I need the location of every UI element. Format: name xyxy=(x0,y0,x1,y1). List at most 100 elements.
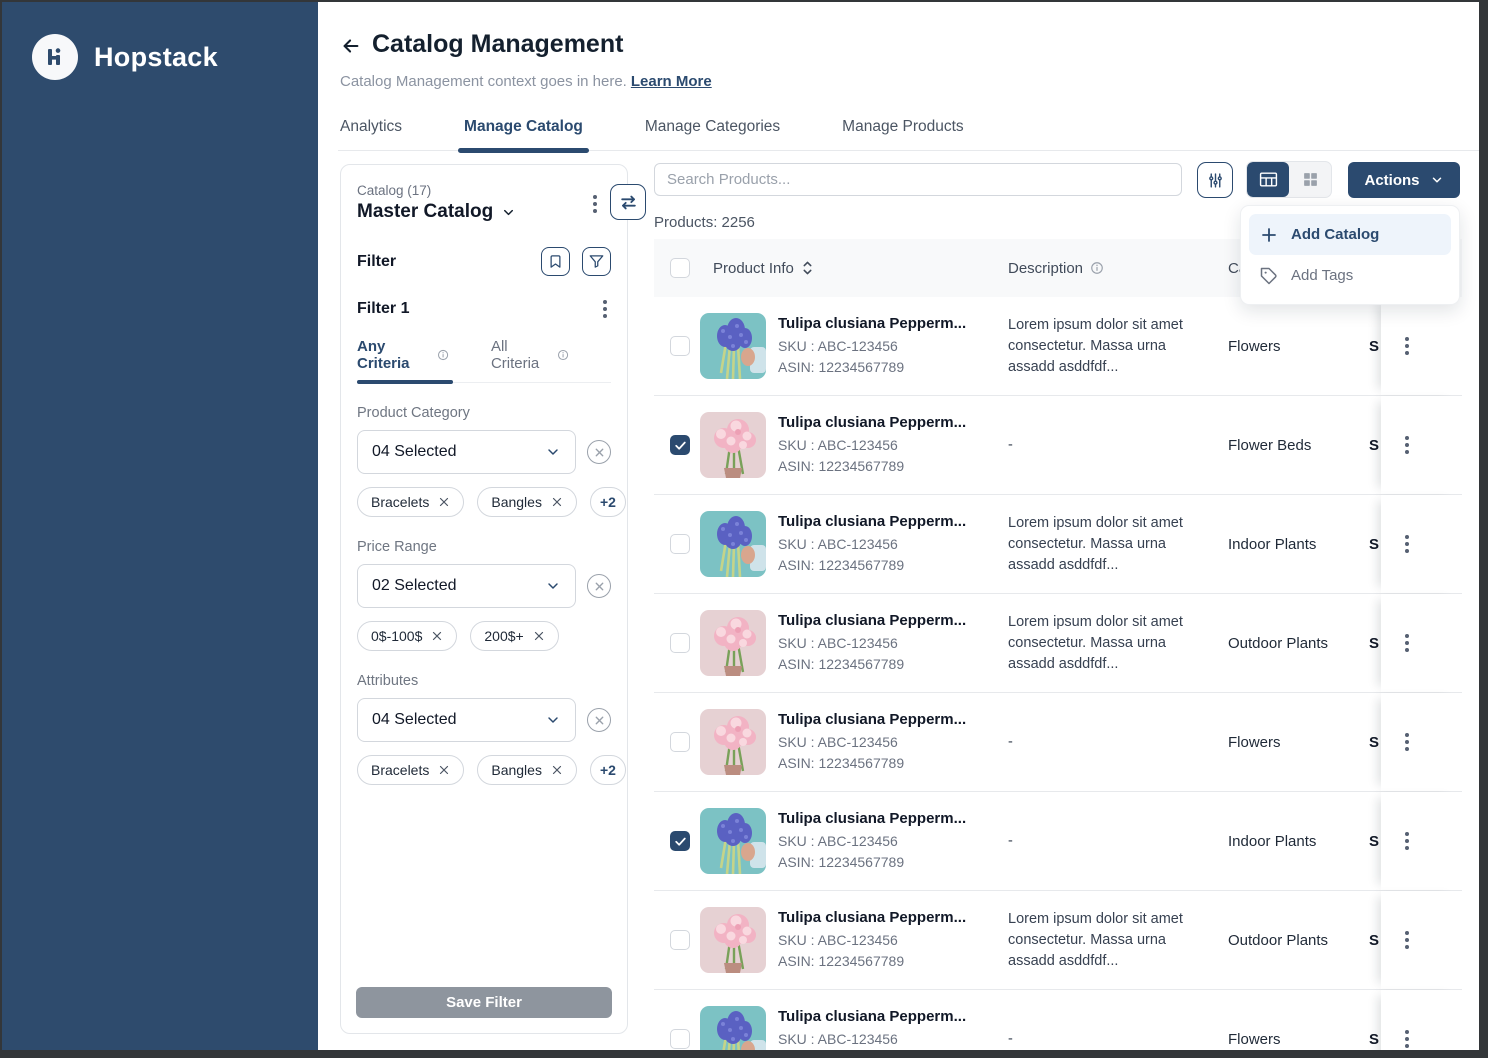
product-name: Tulipa clusiana Pepperm... xyxy=(778,611,967,629)
sidebar: Hopstack xyxy=(2,2,318,1050)
menu-item-add-catalog[interactable]: Add Catalog xyxy=(1249,214,1451,255)
product-image xyxy=(700,907,766,973)
column-product-info[interactable]: Product Info xyxy=(700,260,1008,277)
product-name: Tulipa clusiana Pepperm... xyxy=(778,908,967,926)
table-body: Tulipa clusiana Pepperm... SKU : ABC-123… xyxy=(654,297,1462,1050)
brand-name: Hopstack xyxy=(94,41,218,72)
product-asin: ASIN: 12234567789 xyxy=(778,853,905,870)
chip-price-low[interactable]: 0$-100$ xyxy=(357,621,458,651)
filter-sliders-button[interactable] xyxy=(1197,162,1233,198)
catalog-count-label: Catalog (17) xyxy=(357,183,432,198)
grid-view-icon xyxy=(1303,173,1317,186)
row-checkbox[interactable] xyxy=(670,1029,690,1049)
filter-funnel-button[interactable] xyxy=(582,247,611,276)
row-menu-button[interactable] xyxy=(1401,630,1413,656)
row-checkbox[interactable] xyxy=(670,336,690,356)
row-menu-button[interactable] xyxy=(1401,828,1413,854)
chip-bracelets[interactable]: Bracelets xyxy=(357,487,465,517)
chip-bracelets[interactable]: Bracelets xyxy=(357,755,465,785)
table-row: Tulipa clusiana Pepperm... SKU : ABC-123… xyxy=(654,693,1462,792)
row-menu-button[interactable] xyxy=(1401,432,1413,458)
catalog-selector[interactable]: Master Catalog xyxy=(357,201,611,223)
x-circle-icon xyxy=(595,448,603,456)
plus-icon xyxy=(1262,227,1276,242)
x-circle-icon xyxy=(595,582,603,590)
main-area: Catalog Management Catalog Management co… xyxy=(318,2,1479,1050)
product-category-select[interactable]: 04 Selected xyxy=(357,430,576,474)
table-row: Tulipa clusiana Pepperm... SKU : ABC-123… xyxy=(654,990,1462,1050)
learn-more-link[interactable]: Learn More xyxy=(631,73,712,90)
back-arrow-icon[interactable] xyxy=(340,35,362,57)
search-input[interactable] xyxy=(654,163,1182,196)
product-image xyxy=(700,808,766,874)
remove-chip-icon xyxy=(440,765,449,775)
table-row: Tulipa clusiana Pepperm... SKU : ABC-123… xyxy=(654,396,1462,495)
truncated-column-text: S xyxy=(1369,634,1380,652)
row-checkbox[interactable] xyxy=(670,534,690,554)
catalog-name: Master Catalog xyxy=(357,201,494,222)
table-row: Tulipa clusiana Pepperm... SKU : ABC-123… xyxy=(654,792,1462,891)
product-sku: SKU : ABC-123456 xyxy=(778,436,898,453)
page-title: Catalog Management xyxy=(372,30,624,58)
chip-price-high[interactable]: 200$+ xyxy=(470,621,559,651)
product-category: Indoor Plants xyxy=(1228,832,1317,850)
filter-menu-button[interactable] xyxy=(599,296,611,322)
swap-catalog-button[interactable] xyxy=(610,184,646,220)
clear-attributes-button[interactable] xyxy=(587,708,611,732)
clear-price-range-button[interactable] xyxy=(587,574,611,598)
actions-button[interactable]: Actions xyxy=(1348,162,1460,198)
row-checkbox[interactable] xyxy=(670,732,690,752)
table-view-icon xyxy=(1259,172,1277,187)
tab-any-criteria[interactable]: Any Criteria xyxy=(357,338,453,384)
view-toggle xyxy=(1246,161,1332,198)
price-range-select[interactable]: 02 Selected xyxy=(357,564,576,608)
product-asin: ASIN: 12234567789 xyxy=(778,952,905,969)
more-chips-badge[interactable]: +2 xyxy=(589,755,626,785)
row-checkbox[interactable] xyxy=(670,435,690,455)
row-checkbox[interactable] xyxy=(670,831,690,851)
sliders-icon xyxy=(1208,172,1222,188)
save-filter-button[interactable]: Save Filter xyxy=(356,987,612,1018)
filter-section-title: Filter xyxy=(357,252,397,270)
tab-analytics[interactable]: Analytics xyxy=(338,114,404,150)
tab-manage-categories[interactable]: Manage Categories xyxy=(643,114,782,150)
page-subtitle: Catalog Management context goes in here.… xyxy=(340,73,712,90)
attributes-select[interactable]: 04 Selected xyxy=(357,698,576,742)
sort-icon xyxy=(803,261,812,275)
row-checkbox[interactable] xyxy=(670,930,690,950)
tab-manage-products[interactable]: Manage Products xyxy=(840,114,966,150)
more-chips-badge[interactable]: +2 xyxy=(589,487,626,517)
chip-bangles[interactable]: Bangles xyxy=(477,487,577,517)
grid-view-button[interactable] xyxy=(1289,162,1331,197)
chevron-down-icon xyxy=(548,449,558,455)
hopstack-logo-icon xyxy=(32,34,78,80)
select-all-checkbox[interactable] xyxy=(670,258,690,278)
product-name: Tulipa clusiana Pepperm... xyxy=(778,1007,967,1025)
chip-bangles[interactable]: Bangles xyxy=(477,755,577,785)
products-count: Products: 2256 xyxy=(654,214,755,231)
row-menu-button[interactable] xyxy=(1401,927,1413,953)
table-view-button[interactable] xyxy=(1247,162,1289,197)
truncated-column-text: S xyxy=(1369,832,1380,850)
product-category: Flower Beds xyxy=(1228,436,1312,454)
product-sku: SKU : ABC-123456 xyxy=(778,337,898,354)
row-menu-button[interactable] xyxy=(1401,531,1413,557)
tab-all-criteria[interactable]: All Criteria xyxy=(491,338,569,382)
product-category: Outdoor Plants xyxy=(1228,931,1329,949)
product-asin: ASIN: 12234567789 xyxy=(778,457,905,474)
row-menu-button[interactable] xyxy=(1401,1026,1413,1050)
product-description: - xyxy=(1008,832,1013,849)
catalog-menu-button[interactable] xyxy=(589,191,601,217)
clear-product-category-button[interactable] xyxy=(587,440,611,464)
criteria-tabs: Any Criteria All Criteria xyxy=(357,338,611,384)
truncated-column-text: S xyxy=(1369,931,1380,949)
remove-chip-icon xyxy=(433,631,442,641)
truncated-column-text: S xyxy=(1369,337,1380,355)
row-menu-button[interactable] xyxy=(1401,729,1413,755)
row-menu-button[interactable] xyxy=(1401,333,1413,359)
row-checkbox[interactable] xyxy=(670,633,690,653)
tab-manage-catalog[interactable]: Manage Catalog xyxy=(458,114,589,153)
section-label-attributes: Attributes xyxy=(357,673,419,689)
menu-item-add-tags[interactable]: Add Tags xyxy=(1249,255,1451,296)
saved-filters-button[interactable] xyxy=(541,247,570,276)
